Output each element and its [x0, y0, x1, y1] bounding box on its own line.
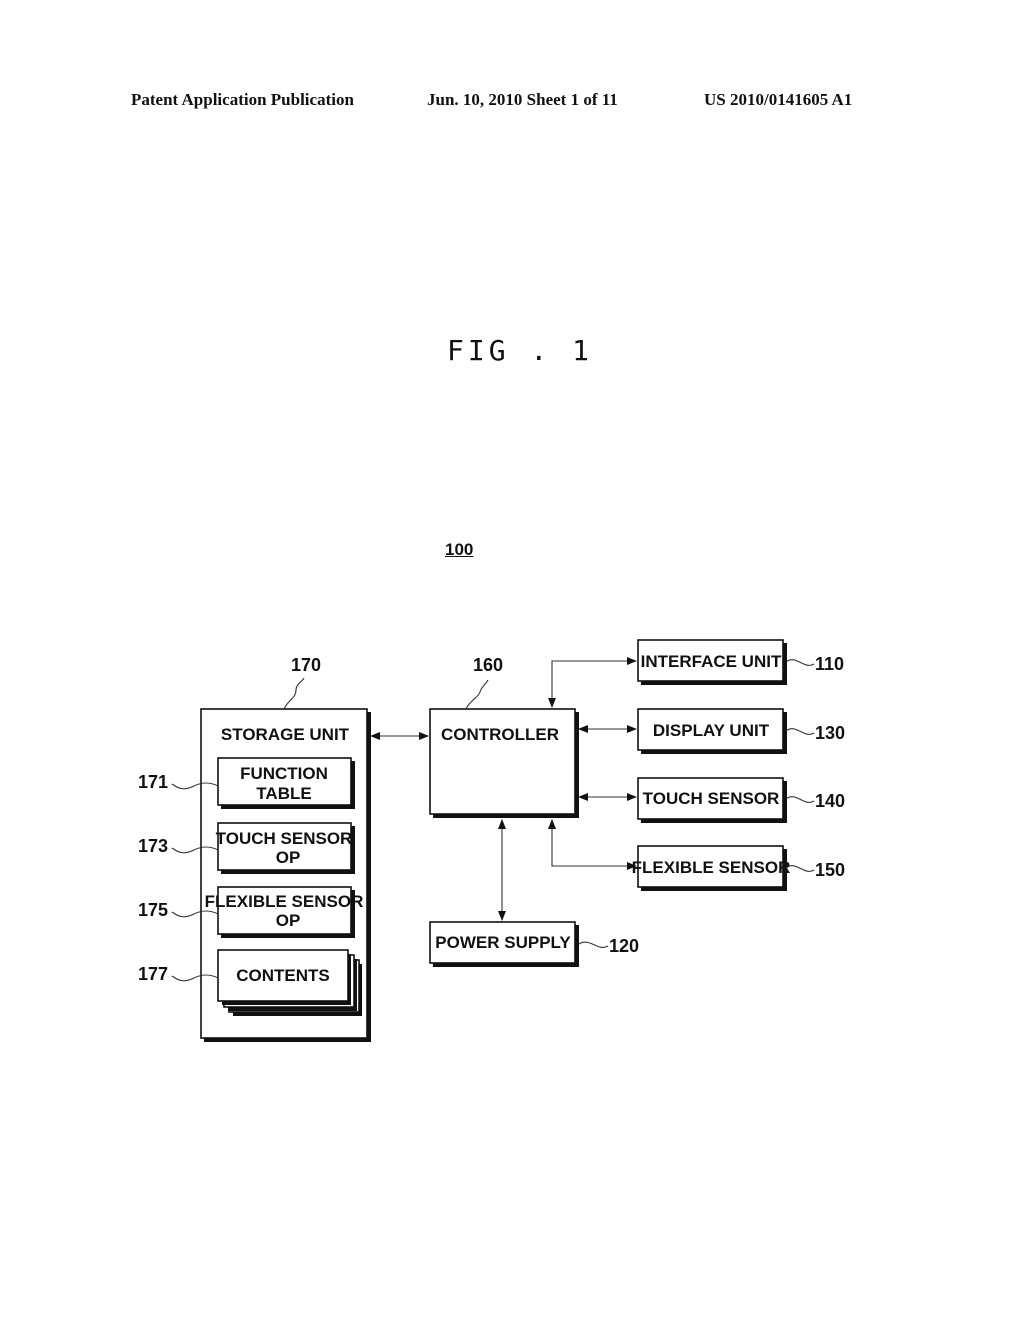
leader-110: [785, 659, 815, 666]
leader-170: [283, 677, 305, 710]
block-diagram: STORAGE UNIT 170 FUNCTION TABLE 171 TOUC…: [138, 639, 845, 1042]
flexible-sensor-label: FLEXIBLE SENSOR: [632, 858, 791, 877]
leader-160: [465, 679, 489, 710]
leader-140: [785, 796, 815, 803]
controller-label: CONTROLLER: [441, 725, 559, 744]
function-table-label-1: FUNCTION: [240, 764, 328, 783]
ref-120: 120: [609, 936, 639, 956]
ref-140: 140: [815, 791, 845, 811]
contents-label: CONTENTS: [236, 966, 330, 985]
power-supply-block: POWER SUPPLY: [429, 921, 579, 967]
controller-block: CONTROLLER: [429, 708, 579, 818]
function-table-block: FUNCTION TABLE: [217, 757, 355, 809]
flexible-sensor-op-label-2: OP: [276, 911, 301, 930]
leader-130: [785, 728, 815, 735]
ref-177: 177: [138, 964, 168, 984]
display-unit-label: DISPLAY UNIT: [653, 721, 770, 740]
power-supply-label: POWER SUPPLY: [435, 933, 571, 952]
touch-sensor-op-label-1: TOUCH SENSOR: [216, 829, 353, 848]
touch-sensor-block: TOUCH SENSOR: [637, 777, 787, 823]
interface-unit-label: INTERFACE UNIT: [641, 652, 782, 671]
touch-sensor-op-block: TOUCH SENSOR OP: [216, 822, 355, 874]
ref-160: 160: [473, 655, 503, 675]
touch-sensor-op-label-2: OP: [276, 848, 301, 867]
arrow-controller-flexible-sensor: [548, 819, 637, 870]
storage-unit-label: STORAGE UNIT: [221, 725, 350, 744]
function-table-label-2: TABLE: [256, 784, 311, 803]
display-unit-block: DISPLAY UNIT: [637, 708, 787, 754]
flexible-sensor-op-block: FLEXIBLE SENSOR OP: [205, 886, 364, 938]
leader-120: [578, 941, 609, 948]
contents-block-stack: CONTENTS: [217, 949, 362, 1016]
ref-175: 175: [138, 900, 168, 920]
touch-sensor-label: TOUCH SENSOR: [643, 789, 780, 808]
ref-173: 173: [138, 836, 168, 856]
interface-unit-block: INTERFACE UNIT: [637, 639, 787, 685]
ref-130: 130: [815, 723, 845, 743]
arrow-controller-interface: [548, 657, 637, 708]
flexible-sensor-op-label-1: FLEXIBLE SENSOR: [205, 892, 364, 911]
ref-110: 110: [815, 654, 844, 674]
ref-170: 170: [291, 655, 321, 675]
flexible-sensor-block: FLEXIBLE SENSOR: [632, 845, 791, 891]
ref-171: 171: [138, 772, 168, 792]
ref-150: 150: [815, 860, 845, 880]
